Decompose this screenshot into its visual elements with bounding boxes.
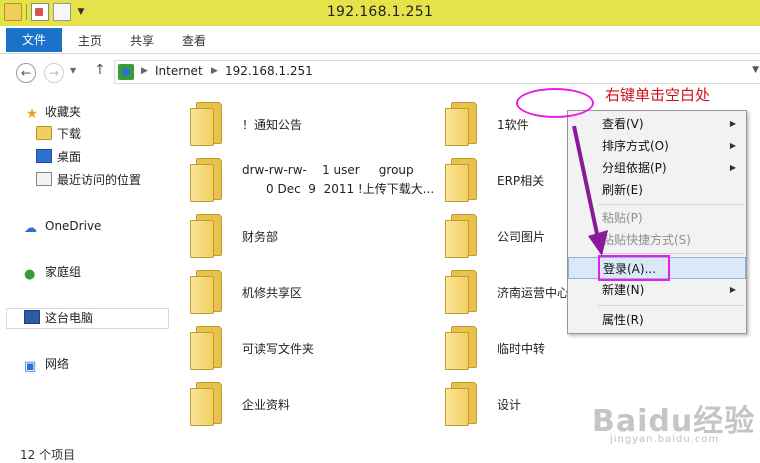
nav-recent-places[interactable]: 最近访问的位置: [36, 170, 141, 190]
nav-this-pc-label: 这台电脑: [45, 311, 94, 325]
folder-icon: [445, 102, 479, 146]
tab-home[interactable]: 主页: [74, 30, 106, 52]
folder-name: 财务部: [242, 230, 279, 244]
nav-onedrive[interactable]: ☁ OneDrive: [24, 216, 101, 236]
nav-downloads-label: 下载: [57, 127, 82, 141]
title-bar: ▼ 192.168.1.251: [0, 0, 760, 26]
folder-name: drw-rw-rw- 1 user group: [242, 163, 414, 177]
folder-icon: [445, 158, 479, 202]
folder-icon: [445, 382, 479, 426]
submenu-arrow-icon: ▶: [729, 141, 736, 150]
up-arrow-icon[interactable]: ↑: [94, 62, 106, 78]
recent-places-icon: [36, 172, 52, 186]
breadcrumb-separator-icon[interactable]: ▶: [211, 66, 218, 76]
star-icon: ★: [25, 106, 39, 122]
nav-homegroup[interactable]: ● 家庭组: [24, 262, 81, 282]
folder-name: 企业资料: [242, 398, 291, 412]
annotation-ellipse: [516, 88, 594, 118]
folder-icon: [445, 214, 479, 258]
menu-item-label: 属性(R): [602, 313, 644, 327]
nav-desktop[interactable]: 桌面: [36, 147, 81, 167]
submenu-arrow-icon: ▶: [729, 119, 736, 128]
submenu-arrow-icon: ▶: [729, 163, 736, 172]
breadcrumb-ip[interactable]: 192.168.1.251: [225, 64, 313, 78]
item-count: 12 个项目: [20, 448, 76, 462]
forward-button[interactable]: →: [44, 63, 64, 83]
folder-icon: [190, 214, 224, 258]
folder-icon: [445, 270, 479, 314]
folder-name-line2: 0 Dec 9 2011 !上传下载大...: [266, 182, 435, 196]
tab-file[interactable]: 文件: [6, 28, 62, 52]
network-location-icon: [118, 64, 134, 80]
address-bar[interactable]: ▶ Internet ▶ 192.168.1.251 ▼: [114, 60, 760, 84]
folder-icon: [190, 326, 224, 370]
folder-name: 1软件: [497, 118, 529, 132]
downloads-folder-icon: [36, 126, 52, 140]
nav-network[interactable]: ▣ 网络: [24, 354, 69, 374]
nav-homegroup-label: 家庭组: [45, 265, 82, 279]
folder-name: 济南运营中心: [497, 286, 570, 300]
annotation-arrow-icon: [572, 125, 608, 256]
nav-this-pc[interactable]: 这台电脑: [24, 308, 93, 328]
window-title: 192.168.1.251: [326, 4, 434, 20]
folder-name: ！通知公告: [242, 118, 303, 132]
nav-recent-label: 最近访问的位置: [57, 173, 142, 187]
navigation-pane: ★ 收藏夹 下载 桌面 最近访问的位置 ☁ OneDrive ● 家庭组 这台电脑 ▣…: [0, 88, 172, 440]
folder-icon: [190, 270, 224, 314]
annotation-highlight-box: [598, 255, 670, 281]
breadcrumb-internet[interactable]: Internet: [155, 64, 203, 78]
menu-item-label: 新建(N): [602, 283, 645, 297]
annotation-text: 右键单击空白处: [605, 86, 711, 104]
homegroup-icon: ●: [24, 267, 36, 282]
chevron-down-icon[interactable]: ▼: [752, 65, 759, 75]
nav-desktop-label: 桌面: [57, 150, 82, 164]
navigation-bar: ← → ▼ ↑ ▶ Internet ▶ 192.168.1.251 ▼: [0, 54, 760, 88]
nav-favorites[interactable]: ★ 收藏夹: [24, 102, 81, 122]
nav-network-label: 网络: [45, 357, 70, 371]
tab-view[interactable]: 查看: [178, 30, 210, 52]
folder-icon: [190, 382, 224, 426]
menu-item-properties[interactable]: 属性(R): [568, 309, 746, 331]
recent-locations-icon[interactable]: ▼: [70, 66, 76, 75]
network-icon: ▣: [24, 359, 37, 374]
nav-downloads[interactable]: 下载: [36, 124, 81, 144]
folder-icon: [190, 102, 224, 146]
nav-onedrive-label: OneDrive: [45, 219, 102, 233]
folder-item[interactable]: drw-rw-rw- 1 user group 0 Dec 9 2011 !上传…: [190, 154, 434, 206]
watermark: Baidu经验 jingyan.baidu.com: [590, 396, 760, 456]
ribbon: 文件 主页 共享 查看: [0, 26, 760, 54]
cloud-icon: ☁: [24, 221, 37, 236]
submenu-arrow-icon: ▶: [729, 285, 736, 294]
desktop-icon: [36, 149, 52, 163]
tab-share[interactable]: 共享: [126, 30, 158, 52]
folder-icon: [445, 326, 479, 370]
folder-name: 可读写文件夹: [242, 342, 315, 356]
nav-favorites-label: 收藏夹: [45, 105, 82, 119]
menu-separator: [598, 305, 744, 306]
folder-icon: [190, 158, 224, 202]
menu-item-new[interactable]: 新建(N) ▶: [568, 279, 746, 301]
computer-icon: [24, 310, 40, 324]
folder-name: 设计: [497, 398, 522, 412]
back-button[interactable]: ←: [16, 63, 36, 83]
folder-name: ERP相关: [497, 174, 545, 188]
watermark-url: jingyan.baidu.com: [610, 434, 720, 445]
folder-name: 机修共享区: [242, 286, 303, 300]
breadcrumb-separator-icon[interactable]: ▶: [141, 66, 148, 76]
folder-name: 临时中转: [497, 342, 546, 356]
folder-name: 公司图片: [497, 230, 546, 244]
